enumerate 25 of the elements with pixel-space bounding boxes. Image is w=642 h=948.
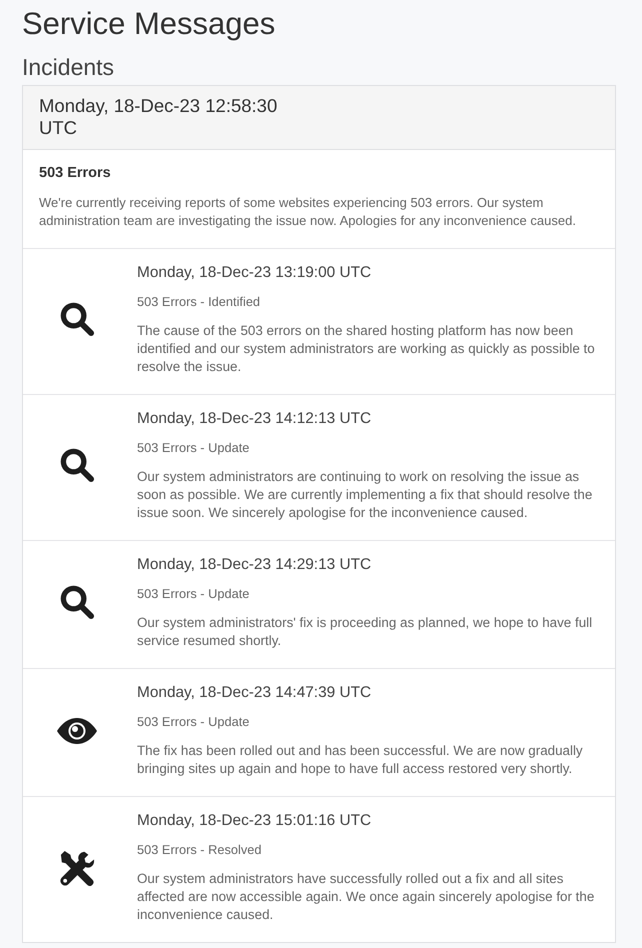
update-status: 503 Errors - Resolved bbox=[137, 843, 262, 857]
update-status: 503 Errors - Update bbox=[137, 587, 250, 601]
page-title: Service Messages bbox=[22, 5, 276, 43]
incident-description: We're currently receiving reports of some websites experiencing 503 errors. Our system administration team are investigating the issue now. Apologies for any inconvenience caused. bbox=[39, 194, 577, 230]
incident-date: Monday, 18-Dec-23 12:58:30 UTC bbox=[39, 95, 278, 139]
update-status: 503 Errors - Update bbox=[137, 441, 250, 455]
search-icon bbox=[58, 302, 96, 337]
search-icon bbox=[58, 585, 96, 620]
update-time: Monday, 18-Dec-23 14:29:13 UTC bbox=[137, 555, 372, 575]
update-message: Our system administrators' fix is proceeding as planned, we hope to have full service resumed shortly. bbox=[137, 614, 594, 650]
update-status: 503 Errors - Identified bbox=[137, 295, 260, 309]
tools-icon bbox=[59, 850, 95, 886]
section-title: Incidents bbox=[22, 53, 114, 81]
update-message: The fix has been rolled out and has been successful. We are now gradually bringing sites up again and hope to have full access restored very shortly. bbox=[137, 742, 584, 778]
update-message: The cause of the 503 errors on the shared hosting platform has now been identified and our system administrators are working as quickly as possible to resolve the issue. bbox=[137, 322, 596, 376]
incident-title: 503 Errors bbox=[39, 164, 111, 182]
update-time: Monday, 18-Dec-23 14:47:39 UTC bbox=[137, 683, 372, 703]
search-icon bbox=[58, 448, 96, 483]
update-time: Monday, 18-Dec-23 14:12:13 UTC bbox=[137, 409, 372, 429]
update-message: Our system administrators have successfully rolled out a fix and all sites affected are now accessible again. We once again sincerely apologise for the inconvenience caused. bbox=[137, 870, 596, 924]
update-time: Monday, 18-Dec-23 15:01:16 UTC bbox=[137, 811, 372, 831]
update-message: Our system administrators are continuing to work on resolving the issue as soon as possible. We are currently implementing a fix that should resolve the issue soon. We sincerely apologise for the inconvenience caused. bbox=[137, 468, 594, 522]
update-time: Monday, 18-Dec-23 13:19:00 UTC bbox=[137, 263, 372, 283]
eye-icon bbox=[56, 718, 98, 744]
update-status: 503 Errors - Update bbox=[137, 715, 250, 729]
